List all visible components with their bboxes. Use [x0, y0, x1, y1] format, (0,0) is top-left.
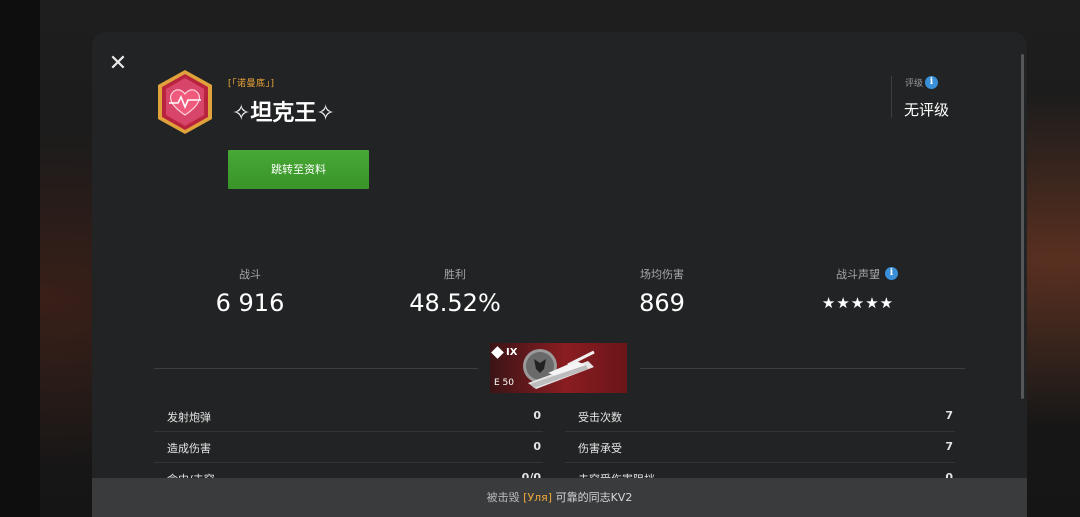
kill-notification-bar: 被击毁 [Уля] 可靠的同志KV2	[92, 478, 1027, 517]
detail-row: 发射炮弹 0	[154, 401, 543, 432]
rating-divider	[891, 76, 892, 118]
player-profile-panel: ✕ [「诺曼底」] ✧坦克王✧ 跳转至资料 评级 i 无评级 战斗 6 916 …	[92, 32, 1027, 517]
detail-label: 造成伤害	[167, 442, 211, 455]
stat-battles: 战斗 6 916	[160, 266, 340, 317]
reputation-stars: ★★★★★	[821, 294, 895, 312]
detail-row: 造成伤害 0	[154, 432, 543, 463]
detail-label: 受击次数	[578, 411, 622, 424]
stat-label: 胜利	[444, 268, 466, 281]
section-divider-left	[154, 368, 478, 369]
reputation-info-icon[interactable]: i	[885, 267, 898, 280]
tank-name: E 50	[494, 378, 514, 388]
stat-value: 6 916	[215, 289, 285, 317]
player-name: ✧坦克王✧	[232, 101, 335, 126]
rating-value: 无评级	[904, 101, 950, 119]
clan-tag: [「诺曼底」]	[228, 79, 275, 89]
detail-label: 伤害承受	[578, 442, 622, 455]
detail-value: 7	[945, 409, 953, 422]
tank-tier: IX	[506, 347, 518, 358]
rating-info-icon[interactable]: i	[925, 76, 938, 89]
stat-label: 场均伤害	[640, 268, 684, 281]
go-to-profile-button[interactable]: 跳转至资料	[228, 150, 369, 189]
section-divider-right	[640, 368, 965, 369]
rating-label: 评级	[905, 79, 924, 89]
stat-value: 48.52%	[409, 289, 501, 317]
stat-label: 战斗声望	[836, 268, 880, 281]
heart-shield-badge-icon	[158, 70, 212, 134]
scrollbar[interactable]	[1021, 54, 1024, 399]
notification-player: 可靠的同志KV2	[555, 491, 633, 504]
notification-prefix: 被击毁	[486, 491, 520, 504]
notification-clan: [Уля]	[523, 491, 553, 504]
left-edge-strip	[0, 0, 40, 517]
detail-value: 0	[533, 440, 541, 453]
stat-win-rate: 胜利 48.52%	[365, 266, 545, 317]
stat-average-damage: 场均伤害 869	[572, 266, 752, 317]
detail-value: 7	[945, 440, 953, 453]
detail-row: 伤害承受 7	[565, 432, 955, 463]
stat-value: 869	[639, 289, 685, 317]
close-icon[interactable]: ✕	[106, 52, 130, 76]
stat-combat-reputation: 战斗声望 ★★★★★	[768, 266, 948, 312]
detail-row: 受击次数 7	[565, 401, 955, 432]
tank-card[interactable]: IX E 50	[490, 343, 627, 393]
stat-label: 战斗	[239, 268, 261, 281]
detail-label: 发射炮弹	[167, 411, 211, 424]
detail-value: 0	[533, 409, 541, 422]
